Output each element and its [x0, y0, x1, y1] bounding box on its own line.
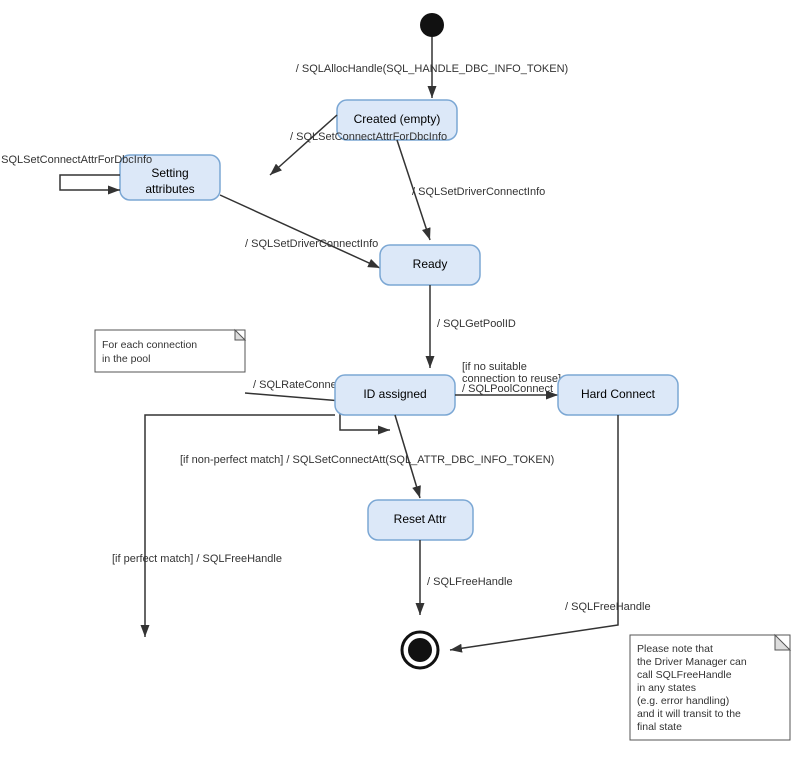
arrow-perfect-final	[145, 415, 335, 637]
state-hard-connect-label: Hard Connect	[581, 387, 656, 401]
label-set-driver2: / SQLSetDriverConnectInfo	[412, 186, 545, 198]
note-final-line6: and it will transit to the	[637, 708, 741, 720]
note-final-line7: final state	[637, 721, 682, 733]
label-free-handle-reset: / SQLFreeHandle	[427, 576, 513, 588]
state-diagram: / SQLAllocHandle(SQL_HANDLE_DBC_INFO_TOK…	[0, 0, 806, 763]
initial-state	[420, 13, 444, 37]
state-id-label: ID assigned	[363, 387, 426, 401]
note-pool-text1: For each connection	[102, 339, 197, 351]
label-set-connect-attr: / SQLSetConnectAttrForDbcInfo	[290, 131, 447, 143]
label-alloc-handle: / SQLAllocHandle(SQL_HANDLE_DBC_INFO_TOK…	[296, 63, 568, 75]
arrow-created-setting	[270, 115, 337, 175]
note-final-line4: in any states	[637, 682, 696, 694]
state-reset-attr-label: Reset Attr	[394, 512, 447, 526]
label-non-perfect: [if non-perfect match] / SQLSetConnectAt…	[180, 454, 554, 466]
note-pool-text2: in the pool	[102, 353, 150, 365]
state-setting-label1: Setting	[151, 166, 188, 180]
state-created-label: Created (empty)	[354, 112, 441, 126]
note-final-line1: Please note that	[637, 643, 713, 655]
state-setting-label2: attributes	[145, 182, 194, 196]
final-state-inner	[408, 638, 432, 662]
label-free-handle-hc: / SQLFreeHandle	[565, 601, 651, 613]
note-final-line2: the Driver Manager can	[637, 656, 747, 668]
label-perfect-match: [if perfect match] / SQLFreeHandle	[112, 553, 282, 565]
label-no-suitable: [if no suitable	[462, 361, 527, 373]
label-get-pool-id: / SQLGetPoolID	[437, 318, 516, 330]
note-final-line3: call SQLFreeHandle	[637, 669, 732, 681]
label-set-driver: / SQLSetDriverConnectInfo	[245, 238, 378, 250]
arrow-hardconnect-final	[450, 415, 618, 650]
arrow-setting-ready	[220, 195, 380, 268]
arrow-self-setting	[60, 175, 120, 190]
note-pool-box	[95, 330, 245, 372]
label-self-set-attr: / SQLSetConnectAttrForDbcInfo	[0, 154, 152, 166]
state-ready-label: Ready	[413, 257, 448, 271]
label-pool-connect: / SQLPoolConnect	[462, 383, 553, 395]
note-final-line5: (e.g. error handling)	[637, 695, 729, 707]
